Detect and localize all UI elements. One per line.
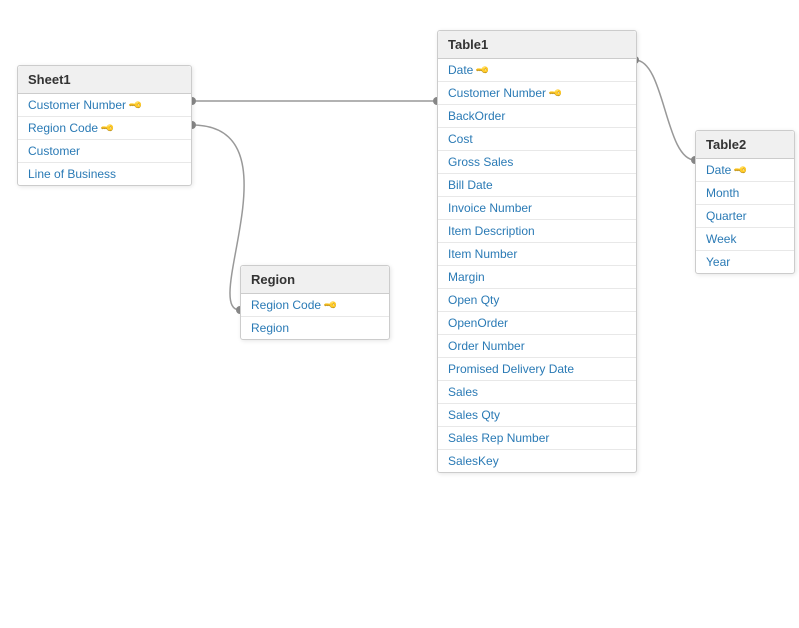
- t1-gross-sales-label: Gross Sales: [448, 155, 513, 169]
- region-box: Region Region Code 🔑 Region: [240, 265, 390, 340]
- t1-sales-label: Sales: [448, 385, 478, 399]
- t2-date-label: Date: [706, 163, 731, 177]
- t2-key-date: 🔑: [733, 162, 749, 178]
- table1-field-backorder[interactable]: BackOrder: [438, 105, 636, 128]
- table1-title: Table1: [438, 31, 636, 59]
- t1-margin-label: Margin: [448, 270, 485, 284]
- key-icon-region: 🔑: [100, 120, 116, 136]
- region-field-region-code[interactable]: Region Code 🔑: [241, 294, 389, 317]
- t1-promised-delivery-date-label: Promised Delivery Date: [448, 362, 574, 376]
- t1-item-number-label: Item Number: [448, 247, 517, 261]
- table1-field-openorder[interactable]: OpenOrder: [438, 312, 636, 335]
- r-region-code-label: Region Code: [251, 298, 321, 312]
- t1-date-label: Date: [448, 63, 473, 77]
- table1-field-sales-rep-number[interactable]: Sales Rep Number: [438, 427, 636, 450]
- sheet1-title: Sheet1: [18, 66, 191, 94]
- t1-openorder-label: OpenOrder: [448, 316, 508, 330]
- table1-field-item-number[interactable]: Item Number: [438, 243, 636, 266]
- table1-field-gross-sales[interactable]: Gross Sales: [438, 151, 636, 174]
- table1-field-bill-date[interactable]: Bill Date: [438, 174, 636, 197]
- t1-key-customer: 🔑: [548, 85, 564, 101]
- region-code-label: Region Code: [28, 121, 98, 135]
- t1-item-description-label: Item Description: [448, 224, 535, 238]
- customer-number-label: Customer Number: [28, 98, 126, 112]
- t1-sales-rep-number-label: Sales Rep Number: [448, 431, 549, 445]
- t1-backorder-label: BackOrder: [448, 109, 505, 123]
- customer-label: Customer: [28, 144, 80, 158]
- table2-field-quarter[interactable]: Quarter: [696, 205, 794, 228]
- region-title: Region: [241, 266, 389, 294]
- table1-field-customer-number[interactable]: Customer Number 🔑: [438, 82, 636, 105]
- table2-field-year[interactable]: Year: [696, 251, 794, 273]
- table2-field-week[interactable]: Week: [696, 228, 794, 251]
- region-field-region[interactable]: Region: [241, 317, 389, 339]
- table1-field-promised-delivery-date[interactable]: Promised Delivery Date: [438, 358, 636, 381]
- table1-field-cost[interactable]: Cost: [438, 128, 636, 151]
- table1-field-open-qty[interactable]: Open Qty: [438, 289, 636, 312]
- t1-order-number-label: Order Number: [448, 339, 525, 353]
- sheet1-table: Sheet1 Customer Number 🔑 Region Code 🔑 C…: [17, 65, 192, 186]
- t1-bill-date-label: Bill Date: [448, 178, 493, 192]
- t1-invoice-number-label: Invoice Number: [448, 201, 532, 215]
- key-icon-customer: 🔑: [128, 97, 144, 113]
- table2-field-month[interactable]: Month: [696, 182, 794, 205]
- table1-field-date[interactable]: Date 🔑: [438, 59, 636, 82]
- t1-saleskey-label: SalesKey: [448, 454, 499, 468]
- table2-box: Table2 Date 🔑 Month Quarter Week Year: [695, 130, 795, 274]
- sheet1-field-lob[interactable]: Line of Business: [18, 163, 191, 185]
- r-key-region-code: 🔑: [323, 297, 339, 313]
- table2-title: Table2: [696, 131, 794, 159]
- t2-quarter-label: Quarter: [706, 209, 747, 223]
- table2-field-date[interactable]: Date 🔑: [696, 159, 794, 182]
- table1-field-margin[interactable]: Margin: [438, 266, 636, 289]
- t1-customer-number-label: Customer Number: [448, 86, 546, 100]
- t2-week-label: Week: [706, 232, 736, 246]
- r-region-label: Region: [251, 321, 289, 335]
- t1-key-date: 🔑: [475, 62, 491, 78]
- table1-field-order-number[interactable]: Order Number: [438, 335, 636, 358]
- t1-sales-qty-label: Sales Qty: [448, 408, 500, 422]
- t1-open-qty-label: Open Qty: [448, 293, 499, 307]
- table1-field-invoice-number[interactable]: Invoice Number: [438, 197, 636, 220]
- table1-field-item-description[interactable]: Item Description: [438, 220, 636, 243]
- sheet1-field-region-code[interactable]: Region Code 🔑: [18, 117, 191, 140]
- table1-field-saleskey[interactable]: SalesKey: [438, 450, 636, 472]
- t1-cost-label: Cost: [448, 132, 473, 146]
- table1-box: Table1 Date 🔑 Customer Number 🔑 BackOrde…: [437, 30, 637, 473]
- sheet1-field-customer-number[interactable]: Customer Number 🔑: [18, 94, 191, 117]
- t2-month-label: Month: [706, 186, 739, 200]
- lob-label: Line of Business: [28, 167, 116, 181]
- sheet1-field-customer[interactable]: Customer: [18, 140, 191, 163]
- t2-year-label: Year: [706, 255, 730, 269]
- canvas: Sheet1 Customer Number 🔑 Region Code 🔑 C…: [0, 0, 799, 628]
- table1-field-sales-qty[interactable]: Sales Qty: [438, 404, 636, 427]
- table1-field-sales[interactable]: Sales: [438, 381, 636, 404]
